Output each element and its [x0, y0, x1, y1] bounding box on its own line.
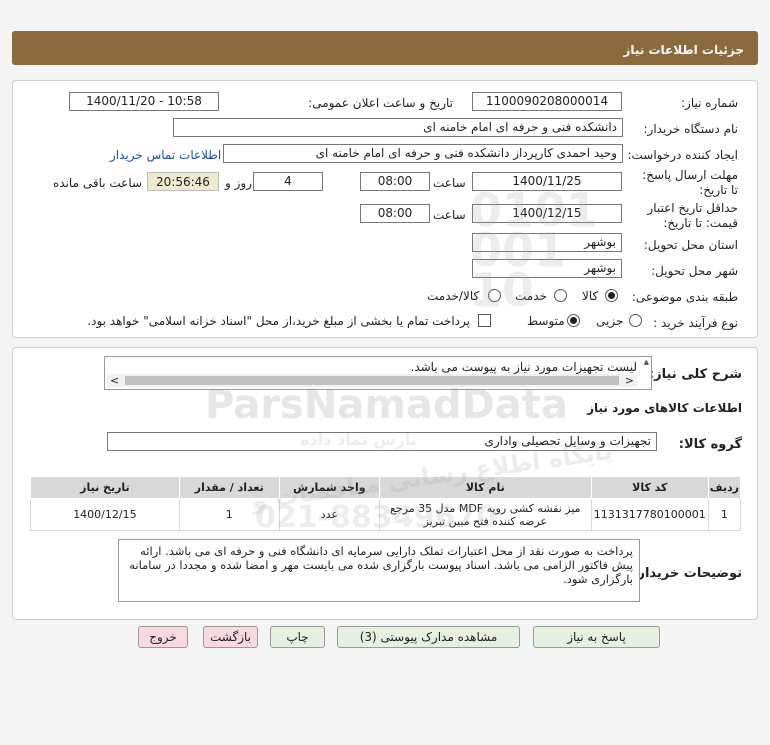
- validity-label: حداقل تاریخ اعتبار قیمت: تا تاریخ:: [647, 201, 738, 230]
- goods-group-label: گروه کالا:: [678, 437, 742, 452]
- remaining-time-field: 20:56:46: [147, 172, 219, 191]
- reply-button[interactable]: پاسخ به نیاز: [533, 626, 660, 648]
- process-radio-medium[interactable]: [567, 314, 580, 330]
- buyer-field: دانشکده فنی و حرفه ای امام خامنه ای: [173, 118, 623, 137]
- need-number-field: 1100090208000014: [472, 92, 622, 111]
- print-button[interactable]: چاپ: [270, 626, 325, 648]
- summary-text: لیست تجهیزات مورد نیاز به پیوست می باشد.: [410, 360, 638, 374]
- need-number-label: شماره نیاز:: [681, 96, 738, 110]
- buyer-notes-label: توضیحات خریدار:: [632, 566, 742, 581]
- col-date: تاریخ نیاز: [30, 476, 180, 499]
- buyer-notes-text: پرداخت به صورت نقد از محل اعتبارات تملک …: [129, 544, 633, 586]
- category-radio-goods[interactable]: [605, 289, 618, 305]
- province-label: استان محل تحویل:: [643, 238, 738, 252]
- announce-label: تاریخ و ساعت اعلان عمومی:: [308, 96, 453, 110]
- attachments-button[interactable]: مشاهده مدارک پیوستی (3): [337, 626, 520, 648]
- deadline-time-label: ساعت: [433, 176, 466, 190]
- scroll-up-icon[interactable]: ▲: [644, 358, 649, 366]
- goods-section-title: اطلاعات کالاهای مورد نیاز: [587, 401, 742, 415]
- cell-code: 1131317780100001: [590, 498, 709, 531]
- exit-button[interactable]: خروج: [138, 626, 188, 648]
- creator-label: ایجاد کننده درخواست:: [627, 148, 738, 162]
- creator-field: وحید احمدی کارپرداز دانشکده فنی و حرفه ا…: [223, 144, 623, 163]
- deadline-label: مهلت ارسال پاسخ: تا تاریخ:: [642, 168, 738, 197]
- watermark-numbers: 0101 001 10: [470, 183, 599, 317]
- deadline-time-field: 08:00: [360, 172, 430, 191]
- page-title: جزئیات اطلاعات نیاز: [623, 43, 744, 57]
- watermark-phone: 021-88349670: [255, 500, 498, 535]
- validity-time-field: 08:00: [360, 204, 430, 223]
- process-label: نوع فرآیند خرید :: [653, 316, 738, 330]
- announce-field: 1400/11/20 - 10:58: [69, 92, 219, 111]
- days-field: 4: [253, 172, 323, 191]
- back-button[interactable]: بازگشت: [203, 626, 258, 648]
- process-minor-label: جزیی: [596, 314, 624, 328]
- validity-time-label: ساعت: [433, 208, 466, 222]
- scroll-left-icon[interactable]: <: [110, 374, 119, 387]
- contact-buyer-link[interactable]: اطلاعات تماس خریدار: [110, 148, 221, 162]
- watermark-brand: ParsNamadData: [205, 382, 568, 428]
- col-code: کد کالا: [590, 476, 709, 499]
- scroll-right-icon[interactable]: >: [625, 374, 634, 387]
- city-label: شهر محل تحویل:: [651, 264, 738, 278]
- treasury-note: پرداخت تمام یا بخشی از مبلغ خرید،از محل …: [87, 314, 470, 328]
- watermark-line2: پارس نماد داده: [300, 430, 417, 449]
- summary-label: شرح کلی نیاز:: [648, 367, 742, 382]
- buyer-label: نام دستگاه خریدار:: [643, 122, 739, 136]
- page-header: جزئیات اطلاعات نیاز: [12, 31, 758, 65]
- col-row: ردیف: [707, 476, 742, 499]
- cell-row: 1: [707, 498, 742, 531]
- buyer-notes-box: پرداخت به صورت نقد از محل اعتبارات تملک …: [118, 539, 640, 602]
- remaining-time-label: ساعت باقی مانده: [53, 176, 143, 190]
- days-label: روز و: [225, 176, 252, 190]
- category-label: طبقه بندی موضوعی:: [631, 290, 738, 304]
- process-radio-minor[interactable]: [629, 314, 642, 330]
- cell-date: 1400/12/15: [30, 498, 180, 531]
